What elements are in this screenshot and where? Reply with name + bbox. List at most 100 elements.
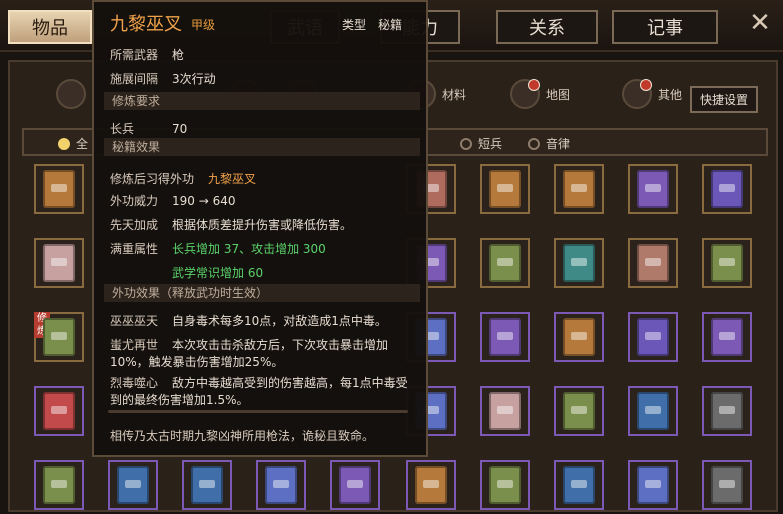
item-slot[interactable] <box>406 460 456 510</box>
category-map[interactable]: 地图 <box>510 74 570 114</box>
item-slot[interactable] <box>34 460 84 510</box>
item-slot[interactable] <box>480 164 530 214</box>
book-icon <box>563 244 595 282</box>
tab-relations[interactable]: 关系 <box>496 10 598 44</box>
item-slot[interactable] <box>702 312 752 362</box>
category-label: 地图 <box>546 87 571 102</box>
book-icon <box>711 318 743 356</box>
item-slot[interactable] <box>480 460 530 510</box>
skill-requirement-row: 长兵 70 <box>110 120 187 137</box>
item-slot[interactable] <box>628 238 678 288</box>
filter-label: 音律 <box>546 137 571 151</box>
row-key: 所需武器 <box>110 48 159 62</box>
item-slot[interactable] <box>480 386 530 436</box>
book-icon <box>43 318 75 356</box>
learn-skill-row: 修炼后习得外功 九黎巫叉 <box>110 170 256 187</box>
effect-row-1: 巫巫巫天 自身毒术每多10点，对敌造成1点中毒。 <box>110 312 387 329</box>
book-icon <box>489 466 521 504</box>
category-label: 材料 <box>442 87 467 102</box>
item-slot[interactable] <box>554 460 604 510</box>
row-value: 3次行动 <box>172 72 216 86</box>
book-icon <box>489 244 521 282</box>
section-requirements: 修炼要求 <box>104 92 420 110</box>
bonus-row: 满重属性 长兵增加 37、攻击增加 300 <box>110 240 326 257</box>
row-value: 武学常识增加 60 <box>172 266 264 280</box>
item-slot[interactable] <box>256 460 306 510</box>
row-key: 满重属性 <box>110 242 159 256</box>
item-slot[interactable] <box>554 238 604 288</box>
book-icon <box>489 392 521 430</box>
section-effects-2: 外功效果（释放武功时生效） <box>104 284 420 302</box>
book-icon <box>43 392 75 430</box>
item-slot[interactable] <box>628 460 678 510</box>
quick-settings-button[interactable]: 快捷设置 <box>689 86 758 113</box>
book-icon <box>637 170 669 208</box>
item-slot[interactable] <box>182 460 232 510</box>
category-label: 其他 <box>658 87 683 102</box>
filter-music[interactable]: 音律 <box>528 135 570 152</box>
section-effects: 秘籍效果 <box>104 138 420 156</box>
row-value: 70 <box>172 122 188 136</box>
effect-row-3: 烈毒噬心 敌方中毒越高受到的伤害越高，每1点中毒受到的最终伤害增加1.5%。 <box>110 374 416 408</box>
item-slot[interactable] <box>702 164 752 214</box>
book-icon <box>43 244 75 282</box>
book-icon <box>563 392 595 430</box>
item-slot[interactable] <box>34 238 84 288</box>
book-icon <box>711 170 743 208</box>
item-slot[interactable] <box>628 164 678 214</box>
book-icon <box>415 466 447 504</box>
close-icon[interactable]: ✕ <box>745 8 775 38</box>
bag-icon <box>56 79 86 109</box>
book-icon <box>637 318 669 356</box>
effect-row-2: 蚩尤再世 本次攻击击杀敌方后，下次攻击暴击增加10%，触发暴击伤害增加25%。 <box>110 336 416 370</box>
item-slot[interactable] <box>108 460 158 510</box>
tab-items[interactable]: 物品 <box>8 10 92 44</box>
item-slot[interactable] <box>34 164 84 214</box>
item-slot[interactable] <box>702 460 752 510</box>
item-slot[interactable] <box>702 386 752 436</box>
row-value: 长兵增加 37、攻击增加 300 <box>172 242 326 256</box>
map-icon <box>510 79 540 109</box>
item-description: 相传乃太古时期九黎凶神所用枪法，诡秘且致命。 <box>110 429 375 443</box>
item-slot[interactable] <box>702 238 752 288</box>
item-slot[interactable]: 修炼 <box>34 312 84 362</box>
book-icon <box>489 318 521 356</box>
radio <box>528 137 540 150</box>
row-key: 修炼后习得外功 <box>110 172 195 186</box>
separator <box>108 410 408 413</box>
row-value: 九黎巫叉 <box>208 172 257 186</box>
item-grade: 甲级 <box>191 18 216 32</box>
tab-notes[interactable]: 记事 <box>612 10 718 44</box>
book-icon <box>43 170 75 208</box>
filter-all[interactable]: 全 <box>58 135 88 152</box>
bonus-row-2: 武学常识增加 60 <box>172 264 263 281</box>
filter-label: 短兵 <box>478 137 503 151</box>
filter-shortweapon[interactable]: 短兵 <box>460 135 502 152</box>
book-icon <box>563 318 595 356</box>
row-key: 长兵 <box>110 122 135 136</box>
item-slot[interactable] <box>34 386 84 436</box>
item-slot[interactable] <box>628 386 678 436</box>
row-value: 枪 <box>172 48 185 62</box>
book-icon <box>711 244 743 282</box>
book-icon <box>43 466 75 504</box>
book-icon <box>563 170 595 208</box>
row-value: 自身毒术每多10点，对敌造成1点中毒。 <box>172 314 387 328</box>
item-slot[interactable] <box>480 312 530 362</box>
book-icon <box>265 466 297 504</box>
item-type: 类型 秘籍 <box>342 16 402 33</box>
item-slot[interactable] <box>480 238 530 288</box>
category-bag[interactable] <box>56 74 86 114</box>
item-title: 九黎巫叉 <box>110 14 182 35</box>
badge-dot <box>528 79 540 91</box>
row-key: 施展间隔 <box>110 72 159 86</box>
item-slot[interactable] <box>554 164 604 214</box>
item-slot[interactable] <box>554 386 604 436</box>
item-slot[interactable] <box>628 312 678 362</box>
row-key: 蚩尤再世 <box>110 338 159 352</box>
category-other[interactable]: 其他 <box>622 74 682 114</box>
item-slot[interactable] <box>554 312 604 362</box>
cooldown-row: 施展间隔 3次行动 <box>110 70 216 87</box>
item-slot[interactable] <box>330 460 380 510</box>
type-value: 秘籍 <box>378 18 403 32</box>
